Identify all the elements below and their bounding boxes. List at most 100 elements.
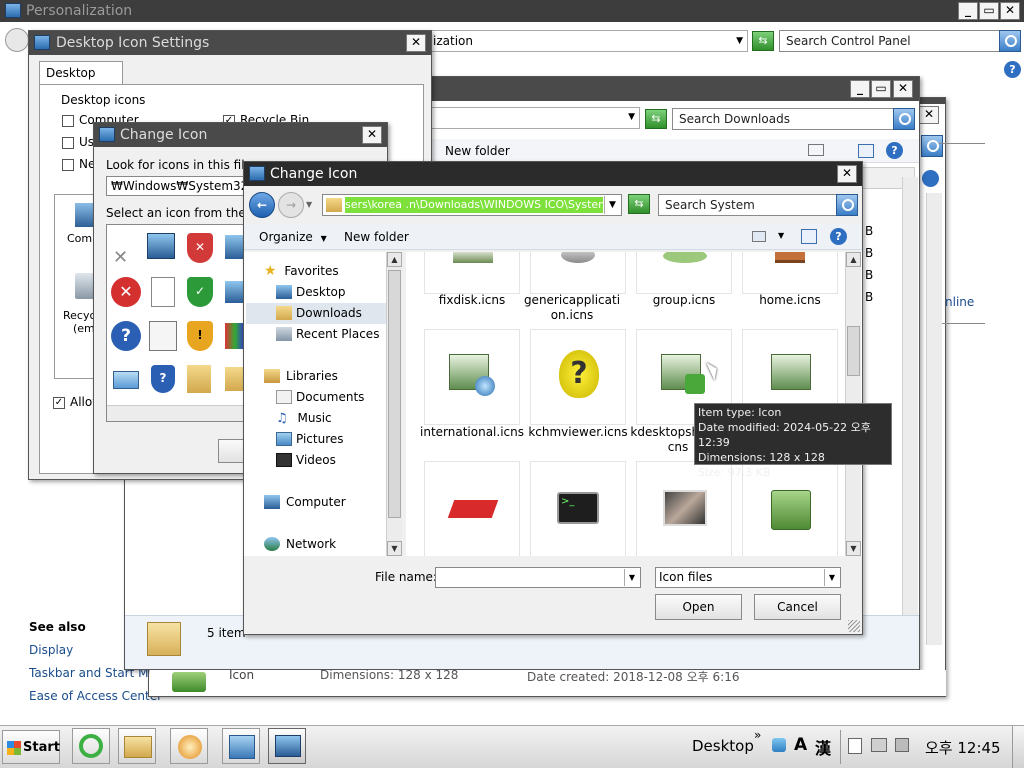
chevron-down-icon[interactable]: ▼ (624, 569, 639, 586)
explorer-back-close-button[interactable]: ✕ (919, 106, 939, 124)
checkbox-icon[interactable]: ✓ (53, 396, 65, 409)
file-name-input[interactable]: ▼ (435, 567, 641, 588)
checkbox-icon[interactable] (62, 114, 74, 127)
system-search[interactable]: Search System (658, 194, 858, 216)
file-tile-home[interactable] (742, 252, 838, 294)
organize-button[interactable]: Organize ▼ (259, 230, 327, 244)
card-icon[interactable] (113, 371, 139, 389)
change-view-icon[interactable] (752, 231, 766, 242)
scroll-up-arrow[interactable]: ▲ (846, 252, 861, 267)
change-icon-dialog-close-button[interactable]: ✕ (837, 165, 857, 183)
checkbox-icon[interactable] (62, 136, 74, 149)
downloads-search[interactable]: Search Downloads (672, 108, 915, 130)
network-tray-icon[interactable] (871, 738, 887, 752)
history-dropdown-icon[interactable]: ▼ (306, 200, 312, 209)
monitor-icon[interactable] (147, 233, 175, 259)
chevron-down-icon[interactable]: ▼ (736, 31, 743, 51)
new-folder-button[interactable]: New folder (445, 144, 510, 158)
checkbox-user[interactable]: Us (62, 135, 94, 149)
scroll-thumb[interactable] (847, 326, 860, 376)
checkbox-icon[interactable] (62, 158, 74, 171)
search-icon[interactable] (893, 108, 915, 130)
personalization-address[interactable]: ization ▼ (428, 30, 748, 52)
control-panel-search[interactable]: Search Control Panel (779, 30, 1021, 52)
change-icon-dialog-titlebar[interactable]: Change Icon (244, 162, 862, 186)
volume-icon[interactable] (895, 738, 909, 752)
file-name-international[interactable]: international.icns (416, 425, 528, 440)
downloads-address-bar[interactable]: ▼ (425, 107, 640, 129)
chevron-down-icon[interactable]: ▼ (824, 569, 839, 586)
toolbar-expand-icon[interactable]: » (754, 728, 761, 742)
personalization-titlebar[interactable]: Personalization (0, 0, 1024, 22)
nav-documents[interactable]: Documents (276, 387, 364, 408)
lang-a[interactable]: A (794, 735, 807, 755)
desktop-toolbar-label[interactable]: Desktop (692, 737, 754, 755)
downloads-scrollbar[interactable] (902, 177, 918, 642)
file-name-fixdisk[interactable]: fixdisk.icns (416, 293, 528, 308)
close-button[interactable]: ✕ (1000, 2, 1020, 20)
scroll-thumb[interactable] (388, 270, 401, 518)
nav-videos[interactable]: Videos (276, 450, 336, 471)
file-tile-international[interactable] (424, 329, 520, 425)
help-icon[interactable]: ? (830, 228, 847, 245)
downloads-close-button[interactable]: ✕ (893, 80, 913, 98)
navigation-scrollbar[interactable]: ▲ ▼ (386, 252, 402, 556)
taskbar-control-panel-button[interactable] (222, 728, 260, 764)
scroll-up-arrow[interactable]: ▲ (387, 252, 402, 267)
red-shield-icon[interactable]: ✕ (187, 233, 213, 263)
file-tile-row3-1[interactable] (424, 461, 520, 556)
scroll-down-arrow[interactable]: ▼ (387, 541, 402, 556)
taskbar-media-button[interactable] (170, 728, 208, 764)
explorer-back-scrollbar[interactable] (926, 193, 942, 645)
presentation-icon[interactable] (149, 321, 177, 351)
change-icon-small-close-button[interactable]: ✕ (362, 126, 382, 144)
downloads-maximize-button[interactable]: ▭ (871, 80, 891, 98)
taskbar-ie-button[interactable] (72, 728, 110, 764)
file-tile-fixdisk[interactable] (424, 252, 520, 294)
file-name-kchmviewer[interactable]: kchmviewer.icns (522, 425, 634, 440)
view-options-icon[interactable] (808, 144, 824, 156)
chevron-down-icon[interactable]: ▼ (604, 196, 620, 214)
colorful-partial-icon[interactable] (225, 323, 245, 349)
see-also-display[interactable]: Display (29, 643, 73, 657)
warning-shield-icon[interactable]: ! (187, 321, 213, 351)
desktop-icon-settings-titlebar[interactable]: Desktop Icon Settings (29, 31, 431, 55)
preview-pane-icon[interactable] (801, 229, 817, 244)
start-button[interactable]: Start (2, 730, 60, 764)
scroll-down-arrow[interactable]: ▼ (846, 541, 861, 556)
refresh-icon[interactable]: ⇆ (752, 31, 774, 51)
file-name-genericapplication[interactable]: genericapplication.icns (522, 293, 622, 323)
lang-han[interactable]: 漢 (815, 735, 831, 759)
blue-shield-icon[interactable]: ? (151, 365, 175, 393)
forward-button[interactable]: → (278, 192, 304, 218)
open-button[interactable]: Open (655, 594, 742, 620)
refresh-icon[interactable]: ⇆ (628, 194, 650, 214)
help-icon[interactable]: ? (1004, 61, 1021, 78)
horizontal-scrollbar[interactable] (107, 405, 245, 421)
file-tile-kchmviewer[interactable]: ? (530, 329, 626, 425)
path-input[interactable]: ₩Windows₩System32₩im (106, 176, 251, 196)
see-also-ease-of-access[interactable]: Ease of Access Center (29, 689, 162, 703)
address-bar[interactable]: sers\korea .n\Downloads\WINDOWS ICO\Syst… (322, 194, 622, 216)
new-folder-button[interactable]: New folder (344, 230, 409, 244)
change-icon-small-titlebar[interactable]: Change Icon (94, 123, 387, 147)
explorer-back-help-icon[interactable] (922, 170, 939, 187)
file-tile-row3-2[interactable]: >_ (530, 461, 626, 556)
back-icon[interactable] (5, 28, 29, 52)
downloads-refresh-icon[interactable]: ⇆ (645, 109, 667, 129)
help-icon[interactable]: ? (886, 142, 903, 159)
preview-pane-icon[interactable] (858, 144, 874, 158)
nav-libraries[interactable]: Libraries (264, 366, 338, 387)
nav-desktop[interactable]: Desktop (276, 282, 346, 303)
language-bar-icon[interactable] (772, 738, 786, 752)
nav-music[interactable]: ♫ Music (276, 408, 332, 429)
file-type-select[interactable]: Icon files ▼ (655, 567, 841, 588)
desktop-icon-settings-close-button[interactable]: ✕ (406, 34, 426, 52)
chevron-down-icon[interactable]: ▼ (628, 112, 635, 122)
file-name-group[interactable]: group.icns (628, 293, 740, 308)
file-tile-group[interactable] (636, 252, 732, 294)
search-icon[interactable] (999, 30, 1021, 52)
back-button[interactable]: ← (249, 192, 275, 218)
tab-desktop-icons[interactable]: Desktop Icons (39, 61, 123, 102)
monitor-partial-icon[interactable] (225, 235, 245, 259)
